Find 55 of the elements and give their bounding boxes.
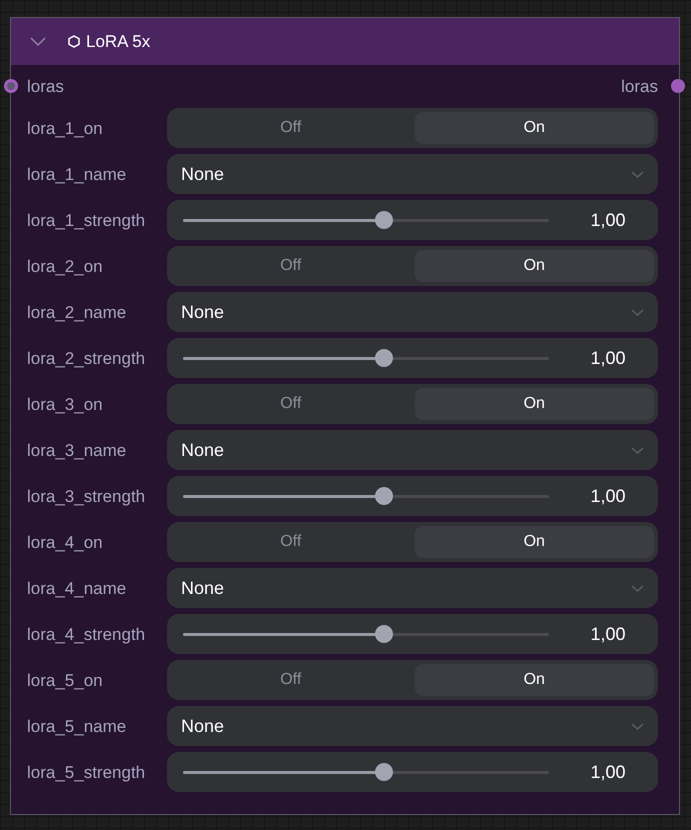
chevron-down-icon[interactable] (30, 37, 46, 46)
slider-value: 1,00 (589, 211, 627, 229)
toggle-option[interactable]: On (414, 664, 654, 696)
chevron-down-icon (631, 722, 644, 730)
widget-label: lora_5_on (27, 672, 104, 688)
slider-thumb[interactable] (375, 487, 394, 505)
slider-thumb[interactable] (375, 349, 394, 367)
chevron-down-icon (631, 170, 644, 178)
widget-label: lora_1_name (27, 166, 128, 182)
slider-thumb[interactable] (375, 211, 394, 229)
dropdown[interactable]: None (167, 706, 658, 746)
toggle-option[interactable]: Off (171, 250, 410, 282)
strength-slider[interactable]: 1,00 (167, 476, 658, 516)
slider-thumb[interactable] (375, 763, 394, 781)
widget-label: lora_3_on (27, 396, 104, 412)
dropdown[interactable]: None (167, 568, 658, 608)
slider-value: 1,00 (589, 625, 627, 643)
input-label: loras (27, 78, 64, 94)
output-label: loras (621, 78, 658, 94)
strength-slider[interactable]: 1,00 (167, 614, 658, 654)
strength-slider[interactable]: 1,00 (167, 752, 658, 792)
node-title: LoRA 5x (86, 33, 150, 50)
hexagon-icon (68, 35, 80, 48)
toggle-option[interactable]: On (414, 388, 654, 420)
widget-label: lora_4_name (27, 580, 128, 596)
widget-label: lora_2_name (27, 304, 128, 320)
dropdown[interactable]: None (167, 430, 658, 470)
chevron-down-icon (631, 584, 644, 592)
widget-label: lora_3_strength (27, 488, 146, 504)
toggle-option[interactable]: Off (171, 112, 410, 144)
widget-label: lora_2_on (27, 258, 104, 274)
dropdown[interactable]: None (167, 292, 658, 332)
toggle-option[interactable]: Off (171, 526, 410, 558)
toggle-option[interactable]: On (414, 112, 654, 144)
toggle-option[interactable]: Off (171, 388, 410, 420)
chevron-down-icon (631, 446, 644, 454)
toggle-option[interactable]: On (414, 250, 654, 282)
slider-value: 1,00 (589, 763, 627, 781)
strength-slider[interactable]: 1,00 (167, 200, 658, 240)
toggle-option[interactable]: Off (171, 664, 410, 696)
slider-value: 1,00 (589, 487, 627, 505)
dropdown[interactable]: None (167, 154, 658, 194)
widget-label: lora_4_on (27, 534, 104, 550)
strength-slider[interactable]: 1,00 (167, 338, 658, 378)
widget-label: lora_1_strength (27, 212, 146, 228)
widget-label: lora_4_strength (27, 626, 146, 642)
toggle-option[interactable]: On (414, 526, 654, 558)
widget-label: lora_3_name (27, 442, 128, 458)
widget-label: lora_5_name (27, 718, 128, 734)
slider-thumb[interactable] (375, 625, 394, 643)
slider-value: 1,00 (589, 349, 627, 367)
widget-label: lora_1_on (27, 120, 104, 136)
widget-label: lora_5_strength (27, 764, 146, 780)
widget-label: lora_2_strength (27, 350, 146, 366)
chevron-down-icon (631, 308, 644, 316)
